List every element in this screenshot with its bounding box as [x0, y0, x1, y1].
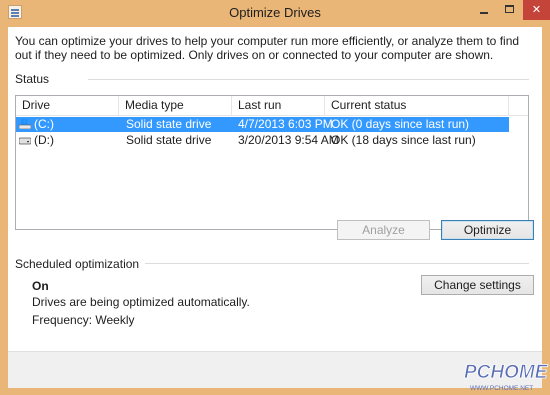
window-title: Optimize Drives [229, 5, 321, 20]
analyze-button[interactable]: Analyze [337, 220, 430, 240]
media-type: Solid state drive [126, 117, 212, 131]
column-header-current-status[interactable]: Current status [325, 96, 509, 115]
current-status: OK (18 days since last run) [331, 133, 476, 147]
svg-text:PCHOME: PCHOME [464, 362, 549, 383]
drive-name: (C:) [34, 117, 54, 131]
drive-row-c[interactable]: (C:) Solid state drive 4/7/2013 6:03 PM … [16, 117, 509, 132]
minimize-icon [480, 12, 488, 14]
optimize-drives-window: Optimize Drives ✕ You can optimize your … [0, 0, 550, 395]
drive-name: (D:) [34, 133, 54, 147]
client-area: You can optimize your drives to help you… [8, 27, 542, 388]
schedule-state: On [32, 279, 49, 293]
maximize-button[interactable] [497, 0, 523, 20]
status-label: Status [15, 72, 56, 86]
windows-drive-icon [19, 119, 31, 129]
minimize-button[interactable] [471, 0, 497, 20]
drives-list-header: Drive Media type Last run Current status [16, 96, 528, 116]
status-divider [88, 79, 529, 80]
title-bar[interactable]: Optimize Drives ✕ [0, 0, 550, 27]
column-header-media-type[interactable]: Media type [119, 96, 232, 115]
scheduled-optimization-label: Scheduled optimization [15, 257, 146, 271]
schedule-description: Drives are being optimized automatically… [32, 295, 250, 309]
close-button[interactable]: ✕ [523, 0, 550, 20]
close-icon: ✕ [531, 4, 542, 16]
hard-drive-icon [19, 137, 31, 145]
optimize-button[interactable]: Optimize [441, 220, 534, 240]
maximize-icon [505, 5, 514, 13]
media-type: Solid state drive [126, 133, 212, 147]
intro-text: You can optimize your drives to help you… [15, 34, 520, 62]
column-header-last-run[interactable]: Last run [232, 96, 325, 115]
drive-row-d[interactable]: (D:) Solid state drive 3/20/2013 9:54 AM… [16, 133, 509, 148]
column-header-drive[interactable]: Drive [16, 96, 119, 115]
last-run: 4/7/2013 6:03 PM [238, 117, 333, 131]
change-settings-button[interactable]: Change settings [421, 275, 534, 295]
svg-text:WWW.PCHOME.NET: WWW.PCHOME.NET [470, 385, 533, 392]
pchome-watermark: PCHOME WWW.PCHOME.NET [464, 362, 550, 392]
drives-list[interactable]: Drive Media type Last run Current status… [15, 95, 529, 230]
schedule-frequency: Frequency: Weekly [32, 313, 135, 327]
current-status: OK (0 days since last run) [331, 117, 470, 131]
scheduled-divider [130, 263, 529, 264]
last-run: 3/20/2013 9:54 AM [238, 133, 339, 147]
